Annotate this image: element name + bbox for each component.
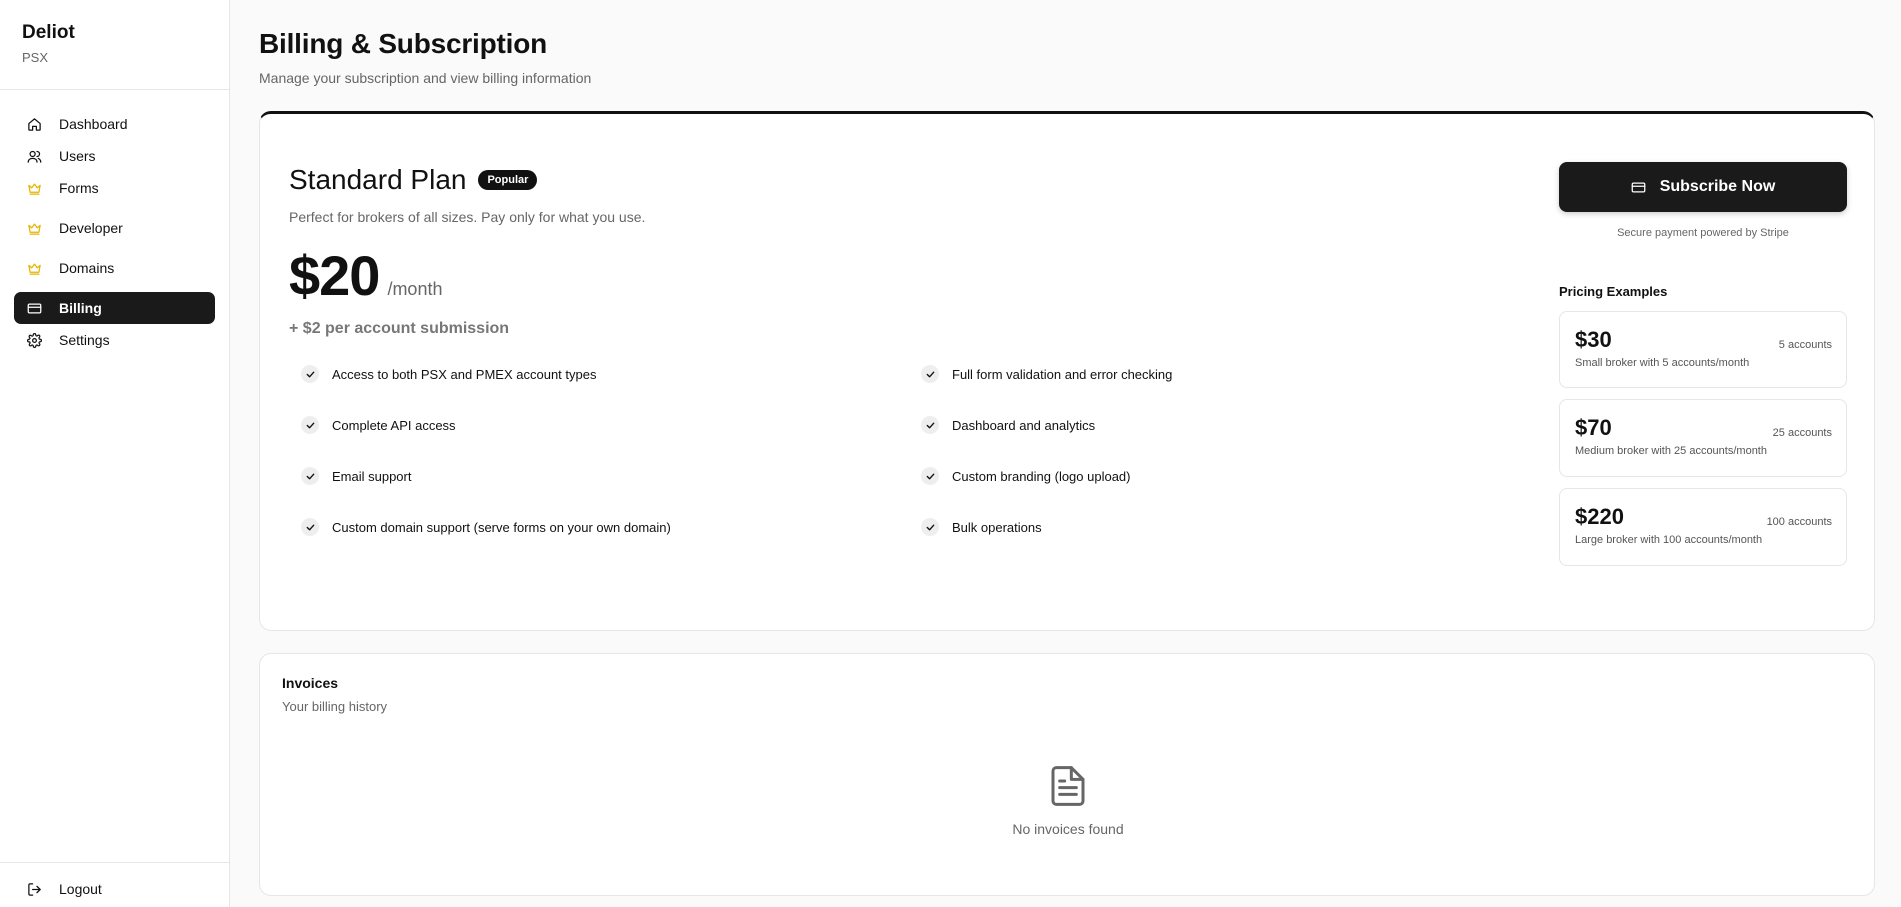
- sidebar-item-users[interactable]: Users: [14, 140, 215, 172]
- sidebar-item-dashboard[interactable]: Dashboard: [14, 108, 215, 140]
- sidebar-item-label: Dashboard: [59, 116, 128, 132]
- plan-actions: Subscribe Now Secure payment powered by …: [1559, 162, 1847, 566]
- home-icon: [26, 116, 42, 132]
- feature-item: Complete API access: [301, 416, 921, 434]
- logout-label: Logout: [59, 881, 102, 897]
- invoices-empty-state: No invoices found: [260, 764, 1876, 837]
- invoices-subtitle: Your billing history: [282, 699, 388, 714]
- sidebar-item-label: Developer: [59, 220, 123, 236]
- plan-title: Standard Plan: [289, 164, 467, 195]
- sidebar-item-billing[interactable]: Billing: [14, 292, 215, 324]
- invoices-card: Invoices Your billing history No invoice…: [259, 653, 1875, 896]
- plan-card: Standard Plan Popular Perfect for broker…: [259, 111, 1875, 631]
- brand: Deliot PSX: [0, 0, 229, 90]
- credit-card-icon: [26, 300, 42, 316]
- feature-item: Custom domain support (serve forms on yo…: [301, 518, 921, 536]
- check-icon: [301, 365, 319, 383]
- logout-button[interactable]: Logout: [14, 873, 216, 905]
- check-icon: [921, 518, 939, 536]
- pricing-examples-title: Pricing Examples: [1559, 284, 1668, 299]
- pricing-example-card: $70 25 accounts Medium broker with 25 ac…: [1559, 399, 1847, 477]
- example-accounts: 25 accounts: [1772, 427, 1832, 439]
- sidebar-item-developer[interactable]: Developer: [14, 212, 215, 244]
- feature-item: Access to both PSX and PMEX account type…: [301, 365, 921, 383]
- pricing-example-card: $220 100 accounts Large broker with 100 …: [1559, 488, 1847, 566]
- feature-item: Dashboard and analytics: [921, 416, 1541, 434]
- credit-card-icon: [1631, 182, 1646, 192]
- example-description: Medium broker with 25 accounts/month: [1575, 445, 1767, 457]
- brand-subtitle: PSX: [22, 50, 49, 65]
- sidebar-item-domains[interactable]: Domains: [14, 252, 215, 284]
- logout-icon: [26, 881, 42, 897]
- pricing-example-card: $30 5 accounts Small broker with 5 accou…: [1559, 311, 1847, 388]
- example-description: Small broker with 5 accounts/month: [1575, 357, 1750, 369]
- sidebar-divider: [0, 862, 230, 863]
- feature-item: Email support: [301, 467, 921, 485]
- empty-state-text: No invoices found: [1012, 821, 1124, 837]
- feature-item: Bulk operations: [921, 518, 1541, 536]
- sidebar-item-label: Forms: [59, 180, 99, 196]
- sidebar-item-forms[interactable]: Forms: [14, 172, 215, 204]
- feature-label: Custom domain support (serve forms on yo…: [332, 519, 671, 535]
- plan-period: /month: [387, 279, 443, 299]
- feature-label: Access to both PSX and PMEX account type…: [332, 366, 597, 382]
- plan-details: Standard Plan Popular Perfect for broker…: [289, 164, 1529, 536]
- check-icon: [301, 416, 319, 434]
- crown-icon: [26, 260, 42, 276]
- example-accounts: 5 accounts: [1778, 339, 1832, 351]
- sidebar-item-label: Billing: [59, 300, 102, 316]
- plan-description: Perfect for brokers of all sizes. Pay on…: [289, 209, 646, 225]
- page-title: Billing & Subscription: [259, 28, 548, 59]
- stripe-note: Secure payment powered by Stripe: [1617, 227, 1789, 239]
- crown-icon: [26, 220, 42, 236]
- sidebar-item-label: Users: [59, 148, 96, 164]
- feature-label: Custom branding (logo upload): [952, 468, 1131, 484]
- feature-item: Full form validation and error checking: [921, 365, 1541, 383]
- sidebar-nav: Dashboard Users Forms Developer Domains …: [0, 90, 229, 356]
- check-icon: [301, 518, 319, 536]
- main-content: Billing & Subscription Manage your subsc…: [259, 0, 1875, 896]
- sidebar: Deliot PSX Dashboard Users Forms Develop…: [0, 0, 230, 907]
- sidebar-item-label: Domains: [59, 260, 115, 276]
- feature-label: Full form validation and error checking: [952, 366, 1173, 382]
- sidebar-item-label: Settings: [59, 332, 110, 348]
- brand-name: Deliot: [22, 22, 75, 43]
- gear-icon: [26, 332, 42, 348]
- example-description: Large broker with 100 accounts/month: [1575, 534, 1763, 546]
- page-subtitle: Manage your subscription and view billin…: [259, 70, 592, 86]
- feature-label: Complete API access: [332, 417, 456, 433]
- check-icon: [921, 365, 939, 383]
- feature-item: Custom branding (logo upload): [921, 467, 1541, 485]
- subscribe-label: Subscribe Now: [1659, 178, 1776, 195]
- feature-list: Access to both PSX and PMEX account type…: [289, 365, 1529, 536]
- feature-label: Dashboard and analytics: [952, 417, 1096, 433]
- invoices-title: Invoices: [282, 675, 339, 691]
- feature-label: Email support: [332, 468, 412, 484]
- feature-label: Bulk operations: [952, 519, 1042, 535]
- check-icon: [921, 467, 939, 485]
- plan-extra-fee: + $2 per account submission: [289, 320, 510, 337]
- popular-badge: Popular: [478, 170, 538, 190]
- subscribe-button[interactable]: Subscribe Now: [1559, 162, 1847, 212]
- check-icon: [921, 416, 939, 434]
- crown-icon: [26, 180, 42, 196]
- users-icon: [26, 148, 42, 164]
- example-accounts: 100 accounts: [1766, 516, 1832, 528]
- plan-price: $20: [289, 244, 380, 307]
- document-icon: [1051, 766, 1085, 806]
- sidebar-item-settings[interactable]: Settings: [14, 324, 215, 356]
- check-icon: [301, 467, 319, 485]
